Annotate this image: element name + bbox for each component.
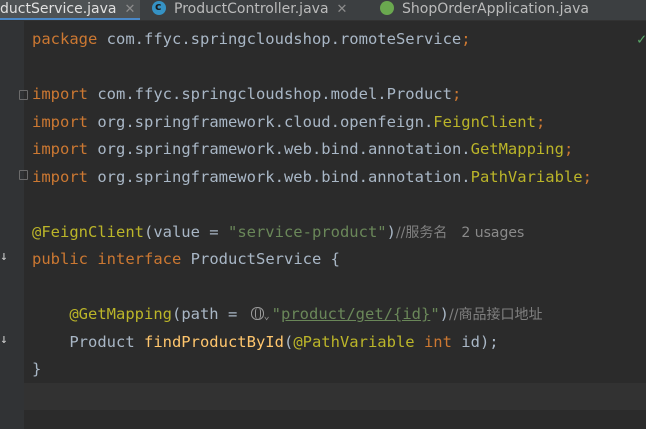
editor-tab-bar: ductService.java ✕ ProductController.java… bbox=[0, 0, 646, 21]
tab-label: ProductController.java bbox=[174, 1, 329, 17]
code-line-import-pathvariable: import org.springframework.web.bind.anno… bbox=[32, 168, 592, 186]
code-line-method-signature: Product findProductById(@PathVariable in… bbox=[69, 333, 499, 351]
tab-productservice[interactable]: ductService.java ✕ bbox=[0, 0, 140, 20]
code-line-getmapping: @GetMapping(path = ⌄ "product/get/{id}")/… bbox=[69, 305, 543, 323]
globe-icon[interactable] bbox=[250, 307, 264, 320]
tab-label: ShopOrderApplication.java bbox=[402, 1, 590, 17]
code-line-interface-declaration: public interface ProductService { bbox=[32, 250, 340, 268]
tab-productcontroller[interactable]: ProductController.java ✕ bbox=[152, 0, 362, 20]
code-line-import-product: import com.ffyc.springcloudshop.model.Pr… bbox=[32, 85, 462, 103]
code-line-closing-brace: } bbox=[32, 360, 42, 378]
implemented-arrow-icon[interactable]: ↓ bbox=[0, 332, 8, 347]
spring-boot-icon bbox=[380, 1, 394, 15]
close-icon[interactable]: ✕ bbox=[124, 2, 135, 17]
check-icon[interactable]: ✓ bbox=[637, 30, 646, 48]
chevron-down-icon[interactable]: ⌄ bbox=[264, 311, 270, 322]
usages-hint[interactable]: 2 usages bbox=[461, 225, 524, 241]
url-link[interactable]: product/get/{id} bbox=[281, 305, 430, 323]
class-icon bbox=[152, 0, 166, 16]
tab-shoporderapplication[interactable]: ShopOrderApplication.java bbox=[380, 0, 600, 20]
code-line-package: package com.ffyc.springcloudshop.romoteS… bbox=[32, 30, 471, 48]
close-icon[interactable]: ✕ bbox=[337, 2, 348, 17]
code-line-import-feignclient: import org.springframework.cloud.openfei… bbox=[32, 113, 546, 131]
editor-gutter: ↓ ↓ bbox=[0, 21, 28, 429]
code-editor[interactable]: package com.ffyc.springcloudshop.romoteS… bbox=[24, 21, 646, 429]
tab-label: ductService.java bbox=[0, 1, 117, 17]
code-line-feignclient-annotation: @FeignClient(value = "service-product")/… bbox=[32, 223, 525, 241]
code-line-import-getmapping: import org.springframework.web.bind.anno… bbox=[32, 140, 574, 158]
implemented-arrow-icon[interactable]: ↓ bbox=[0, 249, 8, 264]
